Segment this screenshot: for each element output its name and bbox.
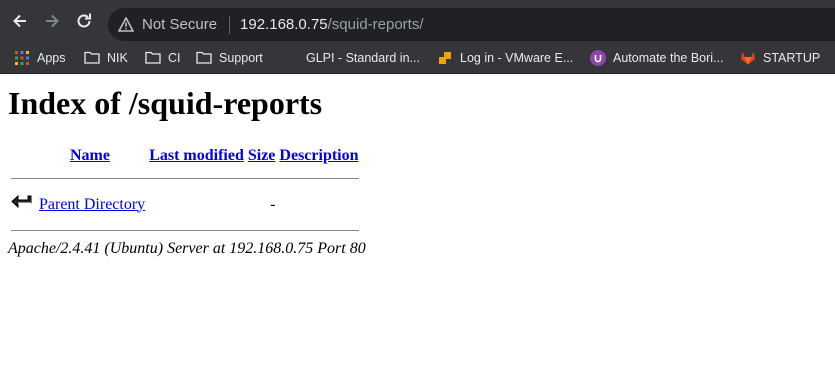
bookmark-folder-ci[interactable]: CI	[145, 42, 181, 73]
parent-directory-link[interactable]: Parent Directory	[39, 196, 145, 213]
bookmark-label: Automate the Bori...	[613, 50, 724, 65]
back-button[interactable]	[6, 7, 34, 35]
url-text[interactable]: 192.168.0.75/squid-reports/	[240, 16, 423, 33]
back-arrow-icon	[10, 191, 36, 218]
bookmark-label: Log in - VMware E...	[460, 50, 574, 65]
bookmark-label: NIK	[107, 50, 128, 65]
directory-table: Name Last modified Size Description Pare…	[8, 144, 362, 234]
bookmark-vmware[interactable]: Log in - VMware E...	[437, 42, 573, 73]
apps-grid-icon	[14, 50, 30, 66]
arrow-left-icon	[13, 14, 26, 28]
address-bar[interactable]: Not Secure 192.168.0.75/squid-reports/	[108, 8, 835, 41]
bookmarks-bar: Apps NIK CI Support GLPI - Standard in..…	[0, 42, 835, 74]
bookmark-automate[interactable]: Automate the Bori...	[590, 42, 723, 73]
table-header-row: Name Last modified Size Description	[10, 146, 360, 166]
security-label: Not Secure	[142, 16, 218, 33]
size-cell: -	[270, 195, 276, 213]
folder-icon	[145, 50, 161, 66]
reload-icon	[77, 13, 91, 28]
sort-by-name-link[interactable]: Name	[70, 147, 110, 164]
page-title: Index of /squid-reports	[8, 85, 323, 121]
bookmark-label: Apps	[37, 50, 66, 65]
header-divider	[10, 168, 360, 189]
sort-by-description-link[interactable]: Description	[279, 147, 358, 164]
purple-logo-icon	[590, 49, 606, 66]
bookmark-folder-support[interactable]: Support	[196, 42, 263, 73]
server-signature: Apache/2.4.41 (Ubuntu) Server at 192.168…	[8, 240, 366, 257]
sort-by-last-modified-link[interactable]: Last modified	[149, 147, 244, 164]
url-host: 192.168.0.75	[240, 16, 328, 33]
bookmark-label: GLPI - Standard in...	[306, 50, 420, 65]
bookmark-label: CI	[168, 50, 181, 65]
folder-icon	[84, 50, 100, 66]
bookmark-startup[interactable]: STARTUP	[740, 42, 820, 73]
bookmark-label: Support	[219, 50, 263, 65]
arrow-right-icon	[46, 14, 59, 28]
security-indicator[interactable]: Not Secure	[118, 15, 240, 34]
folder-icon	[196, 50, 212, 66]
gitlab-icon	[740, 50, 756, 66]
url-path: /squid-reports/	[327, 16, 424, 33]
omnibox-divider	[229, 15, 231, 34]
vmware-icon	[437, 50, 453, 66]
bookmark-glpi[interactable]: GLPI - Standard in...	[306, 42, 420, 73]
icon-column-header	[10, 146, 36, 166]
browser-toolbar: Not Secure 192.168.0.75/squid-reports/	[0, 0, 835, 42]
page-content: Index of /squid-reports Name Last modifi…	[0, 74, 835, 367]
bookmark-apps[interactable]: Apps	[14, 42, 66, 73]
warning-icon	[118, 17, 134, 32]
table-row: Parent Directory -	[10, 191, 360, 218]
forward-button[interactable]	[38, 7, 66, 35]
footer-divider	[10, 220, 360, 232]
description-cell	[278, 191, 359, 218]
reload-button[interactable]	[70, 7, 98, 35]
sort-by-size-link[interactable]: Size	[248, 147, 276, 164]
bookmark-folder-nik[interactable]: NIK	[84, 42, 128, 73]
bookmark-label: STARTUP	[763, 50, 821, 65]
last-modified-cell	[148, 191, 245, 218]
